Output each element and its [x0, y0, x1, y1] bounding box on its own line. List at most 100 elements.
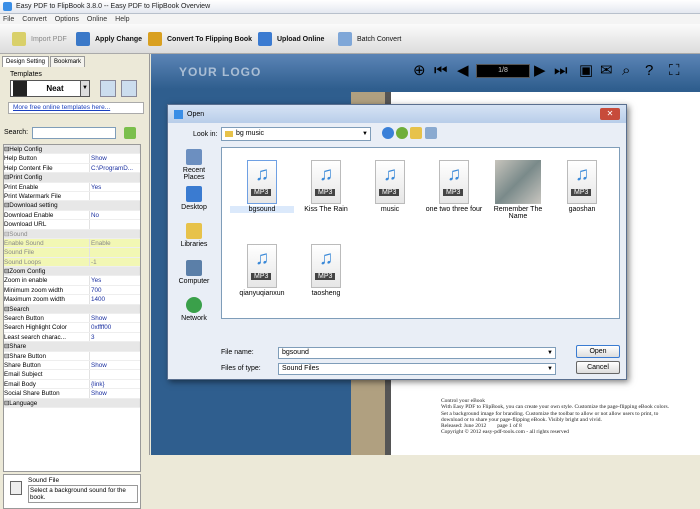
save-template-button[interactable]: [100, 80, 116, 97]
file-item[interactable]: taosheng: [294, 240, 358, 297]
property-value[interactable]: -1: [90, 258, 140, 266]
property-row[interactable]: ⊟Language: [4, 398, 140, 408]
property-row[interactable]: ⊟Sound: [4, 229, 140, 239]
file-type-select[interactable]: Sound Files ▼: [278, 363, 556, 375]
property-row[interactable]: Sound Loops -1: [4, 257, 140, 268]
property-value[interactable]: 0xffff00: [90, 323, 140, 331]
print-icon[interactable]: ▣: [579, 63, 593, 78]
place-network[interactable]: Network: [173, 297, 215, 332]
search-icon[interactable]: [124, 127, 136, 139]
property-row[interactable]: Help Content File C:\ProgramD...: [4, 163, 140, 174]
property-row[interactable]: ⊟Download setting: [4, 201, 140, 211]
back-icon[interactable]: [382, 127, 394, 139]
property-row[interactable]: ⊟Print Config: [4, 173, 140, 183]
view-menu-icon[interactable]: [425, 127, 437, 139]
apply-change-button[interactable]: Apply Change: [76, 30, 142, 48]
more-templates-link[interactable]: More free online templates here...: [8, 102, 144, 114]
place-libraries[interactable]: Libraries: [173, 223, 215, 258]
close-icon[interactable]: ✕: [600, 108, 620, 120]
file-item[interactable]: qianyuqianxun: [230, 240, 294, 297]
upload-online-button[interactable]: Upload Online: [258, 30, 324, 48]
menu-file[interactable]: File: [3, 16, 14, 23]
property-row[interactable]: ⊟Zoom Config: [4, 267, 140, 277]
load-template-button[interactable]: [121, 80, 137, 97]
convert-button[interactable]: Convert To Flipping Book: [148, 30, 252, 48]
tab-design-setting[interactable]: Design Setting: [2, 56, 50, 67]
prev-page-icon[interactable]: ◀: [457, 63, 469, 78]
property-value[interactable]: [90, 220, 140, 228]
property-row[interactable]: Maximum zoom width 1400: [4, 295, 140, 305]
property-row[interactable]: ⊟Share: [4, 342, 140, 352]
property-row[interactable]: Least search charac... 3: [4, 332, 140, 343]
property-row[interactable]: Social Share Button Show: [4, 389, 140, 399]
property-row[interactable]: Minimum zoom width 700: [4, 285, 140, 296]
place-computer[interactable]: Computer: [173, 260, 215, 295]
property-row[interactable]: Sound File: [4, 248, 140, 258]
property-value[interactable]: Yes: [90, 276, 140, 284]
cancel-button[interactable]: Cancel: [576, 361, 620, 374]
property-value[interactable]: [90, 248, 140, 256]
up-folder-icon[interactable]: [396, 127, 408, 139]
file-name-input[interactable]: bgsound ▼: [278, 347, 556, 359]
property-value[interactable]: C:\ProgramD...: [90, 164, 140, 172]
help-icon[interactable]: ?: [645, 63, 653, 78]
property-value[interactable]: {link}: [90, 380, 140, 388]
menu-options[interactable]: Options: [55, 16, 79, 23]
place-recent[interactable]: Recent Places: [173, 149, 215, 184]
open-button[interactable]: Open: [576, 345, 620, 358]
page-indicator[interactable]: 1/8: [476, 64, 530, 78]
file-item[interactable]: bgsound: [230, 156, 294, 213]
property-row[interactable]: Search Button Show: [4, 314, 140, 324]
new-folder-icon[interactable]: [410, 127, 422, 139]
property-value[interactable]: [90, 352, 140, 360]
property-row[interactable]: Search Highlight Color 0xffff00: [4, 323, 140, 333]
property-value[interactable]: Show: [90, 314, 140, 322]
menu-help[interactable]: Help: [115, 16, 129, 23]
last-page-icon[interactable]: ⏭: [554, 63, 568, 78]
tab-bookmark[interactable]: Bookmark: [50, 56, 86, 67]
file-item[interactable]: gaoshan: [550, 156, 614, 213]
place-desktop[interactable]: Desktop: [173, 186, 215, 221]
next-page-icon[interactable]: ▶: [534, 63, 546, 78]
property-value[interactable]: Show: [90, 361, 140, 369]
file-item[interactable]: music: [358, 156, 422, 213]
first-page-icon[interactable]: ⏮: [434, 63, 448, 78]
property-row[interactable]: Email Subject: [4, 370, 140, 380]
zoom-in-icon[interactable]: ⊕: [413, 63, 426, 78]
property-value[interactable]: Enable: [90, 239, 140, 247]
property-value[interactable]: [90, 192, 140, 200]
file-item[interactable]: Kiss The Rain: [294, 156, 358, 213]
property-value[interactable]: Yes: [90, 183, 140, 191]
property-row[interactable]: Print Watermark File: [4, 191, 140, 202]
search-input[interactable]: [32, 127, 116, 139]
file-item[interactable]: Remember The Name: [486, 156, 550, 220]
property-row[interactable]: Download Enable No: [4, 210, 140, 221]
property-row[interactable]: Email Body {link}: [4, 379, 140, 390]
file-item[interactable]: one two three four: [422, 156, 486, 213]
search-icon[interactable]: ⌕: [622, 63, 630, 78]
property-row[interactable]: ⊟Help Config: [4, 145, 140, 155]
import-pdf-button[interactable]: Import PDF: [12, 30, 67, 48]
property-value[interactable]: 1400: [90, 295, 140, 303]
menu-online[interactable]: Online: [87, 16, 107, 23]
batch-convert-button[interactable]: Batch Convert: [338, 30, 401, 48]
property-row[interactable]: Enable Sound Enable: [4, 238, 140, 249]
property-row[interactable]: Share Button Show: [4, 360, 140, 371]
fullscreen-icon[interactable]: ⛶: [669, 63, 680, 78]
property-row[interactable]: Zoom in enable Yes: [4, 276, 140, 286]
menu-convert[interactable]: Convert: [22, 16, 47, 23]
property-value[interactable]: 3: [90, 333, 140, 341]
look-in-combo[interactable]: bg music ▼: [221, 127, 371, 141]
property-row[interactable]: ⊟Share Button: [4, 351, 140, 361]
chevron-down-icon[interactable]: ▼: [80, 81, 89, 96]
template-selector[interactable]: Neat ▼: [10, 80, 90, 97]
property-value[interactable]: Show: [90, 389, 140, 397]
property-value[interactable]: 700: [90, 286, 140, 294]
property-value[interactable]: No: [90, 211, 140, 219]
property-row[interactable]: ⊟Search: [4, 304, 140, 315]
property-value[interactable]: Show: [90, 154, 140, 162]
property-row[interactable]: Print Enable Yes: [4, 182, 140, 192]
email-icon[interactable]: ✉: [600, 63, 613, 78]
property-row[interactable]: Help Button Show: [4, 154, 140, 164]
property-value[interactable]: [90, 370, 140, 378]
